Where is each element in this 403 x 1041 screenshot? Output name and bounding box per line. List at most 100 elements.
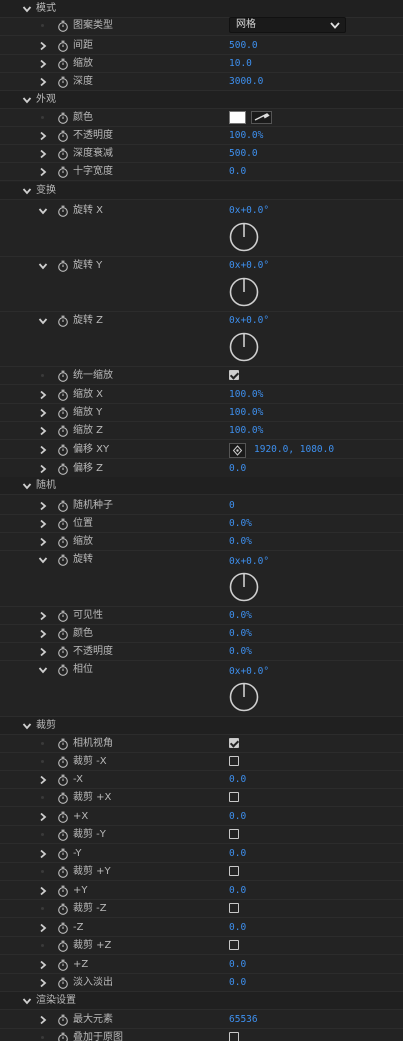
stopwatch-icon[interactable] xyxy=(57,922,69,934)
chevron-right-icon[interactable] xyxy=(38,629,48,639)
chevron-right-icon[interactable] xyxy=(38,445,48,455)
section-crop[interactable]: 裁剪 xyxy=(0,717,403,735)
chevron-right-icon[interactable] xyxy=(38,41,48,51)
crop-neg-z-checkbox[interactable] xyxy=(229,903,239,913)
section-mode[interactable]: 模式 xyxy=(0,0,403,18)
max-elements-value[interactable]: 65536 xyxy=(229,1011,258,1029)
chevron-right-icon[interactable] xyxy=(38,408,48,418)
stopwatch-icon[interactable] xyxy=(57,536,69,548)
stopwatch-icon[interactable] xyxy=(57,407,69,419)
random-seed-value[interactable]: 0 xyxy=(229,497,235,515)
chevron-right-icon[interactable] xyxy=(38,426,48,436)
chevron-down-icon[interactable] xyxy=(22,721,32,731)
stopwatch-icon[interactable] xyxy=(57,829,69,841)
scale-y-value[interactable]: 100.0% xyxy=(229,404,263,422)
stopwatch-icon[interactable] xyxy=(57,903,69,915)
stopwatch-icon[interactable] xyxy=(57,130,69,142)
depth-falloff-value[interactable]: 500.0 xyxy=(229,145,258,163)
stopwatch-icon[interactable] xyxy=(57,977,69,989)
chevron-down-icon[interactable] xyxy=(22,4,32,14)
rotation-dial[interactable] xyxy=(229,222,259,252)
eyedropper-button[interactable] xyxy=(251,111,272,124)
stopwatch-icon[interactable] xyxy=(57,315,69,327)
chevron-down-icon[interactable] xyxy=(38,316,48,326)
stopwatch-icon[interactable] xyxy=(57,738,69,750)
pos-z-value[interactable]: 0.0 xyxy=(229,956,246,974)
pos-x-value[interactable]: 0.0 xyxy=(229,808,246,826)
stopwatch-icon[interactable] xyxy=(57,848,69,860)
stopwatch-icon[interactable] xyxy=(57,58,69,70)
stopwatch-icon[interactable] xyxy=(57,866,69,878)
stopwatch-icon[interactable] xyxy=(57,1032,69,1041)
chevron-right-icon[interactable] xyxy=(38,537,48,547)
chevron-right-icon[interactable] xyxy=(38,775,48,785)
crop-neg-x-checkbox[interactable] xyxy=(229,756,239,766)
stopwatch-icon[interactable] xyxy=(57,554,69,566)
stopwatch-icon[interactable] xyxy=(57,425,69,437)
rotation-dial[interactable] xyxy=(229,332,259,362)
stopwatch-icon[interactable] xyxy=(57,811,69,823)
stopwatch-icon[interactable] xyxy=(57,444,69,456)
stopwatch-icon[interactable] xyxy=(57,664,69,676)
chevron-right-icon[interactable] xyxy=(38,519,48,529)
chevron-right-icon[interactable] xyxy=(38,647,48,657)
chevron-right-icon[interactable] xyxy=(38,886,48,896)
section-transform[interactable]: 变换 xyxy=(0,182,403,200)
chevron-down-icon[interactable] xyxy=(38,555,48,565)
chevron-right-icon[interactable] xyxy=(38,923,48,933)
crop-pos-z-checkbox[interactable] xyxy=(229,940,239,950)
stopwatch-icon[interactable] xyxy=(57,463,69,475)
overlay-checkbox[interactable] xyxy=(229,1032,239,1041)
stopwatch-icon[interactable] xyxy=(57,500,69,512)
crop-pos-x-checkbox[interactable] xyxy=(229,792,239,802)
chevron-right-icon[interactable] xyxy=(38,464,48,474)
random-phase-value[interactable]: 0x+0.0° xyxy=(229,663,269,681)
chevron-right-icon[interactable] xyxy=(38,131,48,141)
scale-z-value[interactable]: 100.0% xyxy=(229,422,263,440)
random-scale-value[interactable]: 0.0% xyxy=(229,533,252,551)
stopwatch-icon[interactable] xyxy=(57,40,69,52)
chevron-down-icon[interactable] xyxy=(22,481,32,491)
chevron-down-icon[interactable] xyxy=(38,206,48,216)
random-color-value[interactable]: 0.0% xyxy=(229,625,252,643)
chevron-right-icon[interactable] xyxy=(38,149,48,159)
stopwatch-icon[interactable] xyxy=(57,792,69,804)
stopwatch-icon[interactable] xyxy=(57,518,69,530)
chevron-right-icon[interactable] xyxy=(38,501,48,511)
rotate-x-value[interactable]: 0x+0.0° xyxy=(229,202,269,220)
section-appearance[interactable]: 外观 xyxy=(0,91,403,109)
stopwatch-icon[interactable] xyxy=(57,774,69,786)
rotate-z-value[interactable]: 0x+0.0° xyxy=(229,312,269,330)
scale-x-value[interactable]: 100.0% xyxy=(229,386,263,404)
stopwatch-icon[interactable] xyxy=(57,148,69,160)
chevron-down-icon[interactable] xyxy=(22,186,32,196)
chevron-right-icon[interactable] xyxy=(38,960,48,970)
stopwatch-icon[interactable] xyxy=(57,646,69,658)
camera-view-checkbox[interactable] xyxy=(229,738,239,748)
position-target-button[interactable] xyxy=(229,443,246,458)
rotation-dial[interactable] xyxy=(229,572,259,602)
neg-z-value[interactable]: 0.0 xyxy=(229,919,246,937)
stopwatch-icon[interactable] xyxy=(57,1014,69,1026)
neg-x-value[interactable]: 0.0 xyxy=(229,771,246,789)
random-opacity-value[interactable]: 0.0% xyxy=(229,643,252,661)
random-visibility-value[interactable]: 0.0% xyxy=(229,607,252,625)
color-swatch[interactable] xyxy=(229,111,246,124)
fade-value[interactable]: 0.0 xyxy=(229,974,246,992)
random-position-value[interactable]: 0.0% xyxy=(229,515,252,533)
chevron-down-icon[interactable] xyxy=(22,996,32,1006)
stopwatch-icon[interactable] xyxy=(57,205,69,217)
rotate-y-value[interactable]: 0x+0.0° xyxy=(229,257,269,275)
stopwatch-icon[interactable] xyxy=(57,260,69,272)
chevron-right-icon[interactable] xyxy=(38,849,48,859)
crop-neg-y-checkbox[interactable] xyxy=(229,829,239,839)
section-random[interactable]: 随机 xyxy=(0,477,403,495)
stopwatch-icon[interactable] xyxy=(57,389,69,401)
stopwatch-icon[interactable] xyxy=(57,166,69,178)
opacity-value[interactable]: 100.0% xyxy=(229,127,263,145)
stopwatch-icon[interactable] xyxy=(57,628,69,640)
stopwatch-icon[interactable] xyxy=(57,76,69,88)
chevron-right-icon[interactable] xyxy=(38,812,48,822)
stopwatch-icon[interactable] xyxy=(57,959,69,971)
stopwatch-icon[interactable] xyxy=(57,112,69,124)
